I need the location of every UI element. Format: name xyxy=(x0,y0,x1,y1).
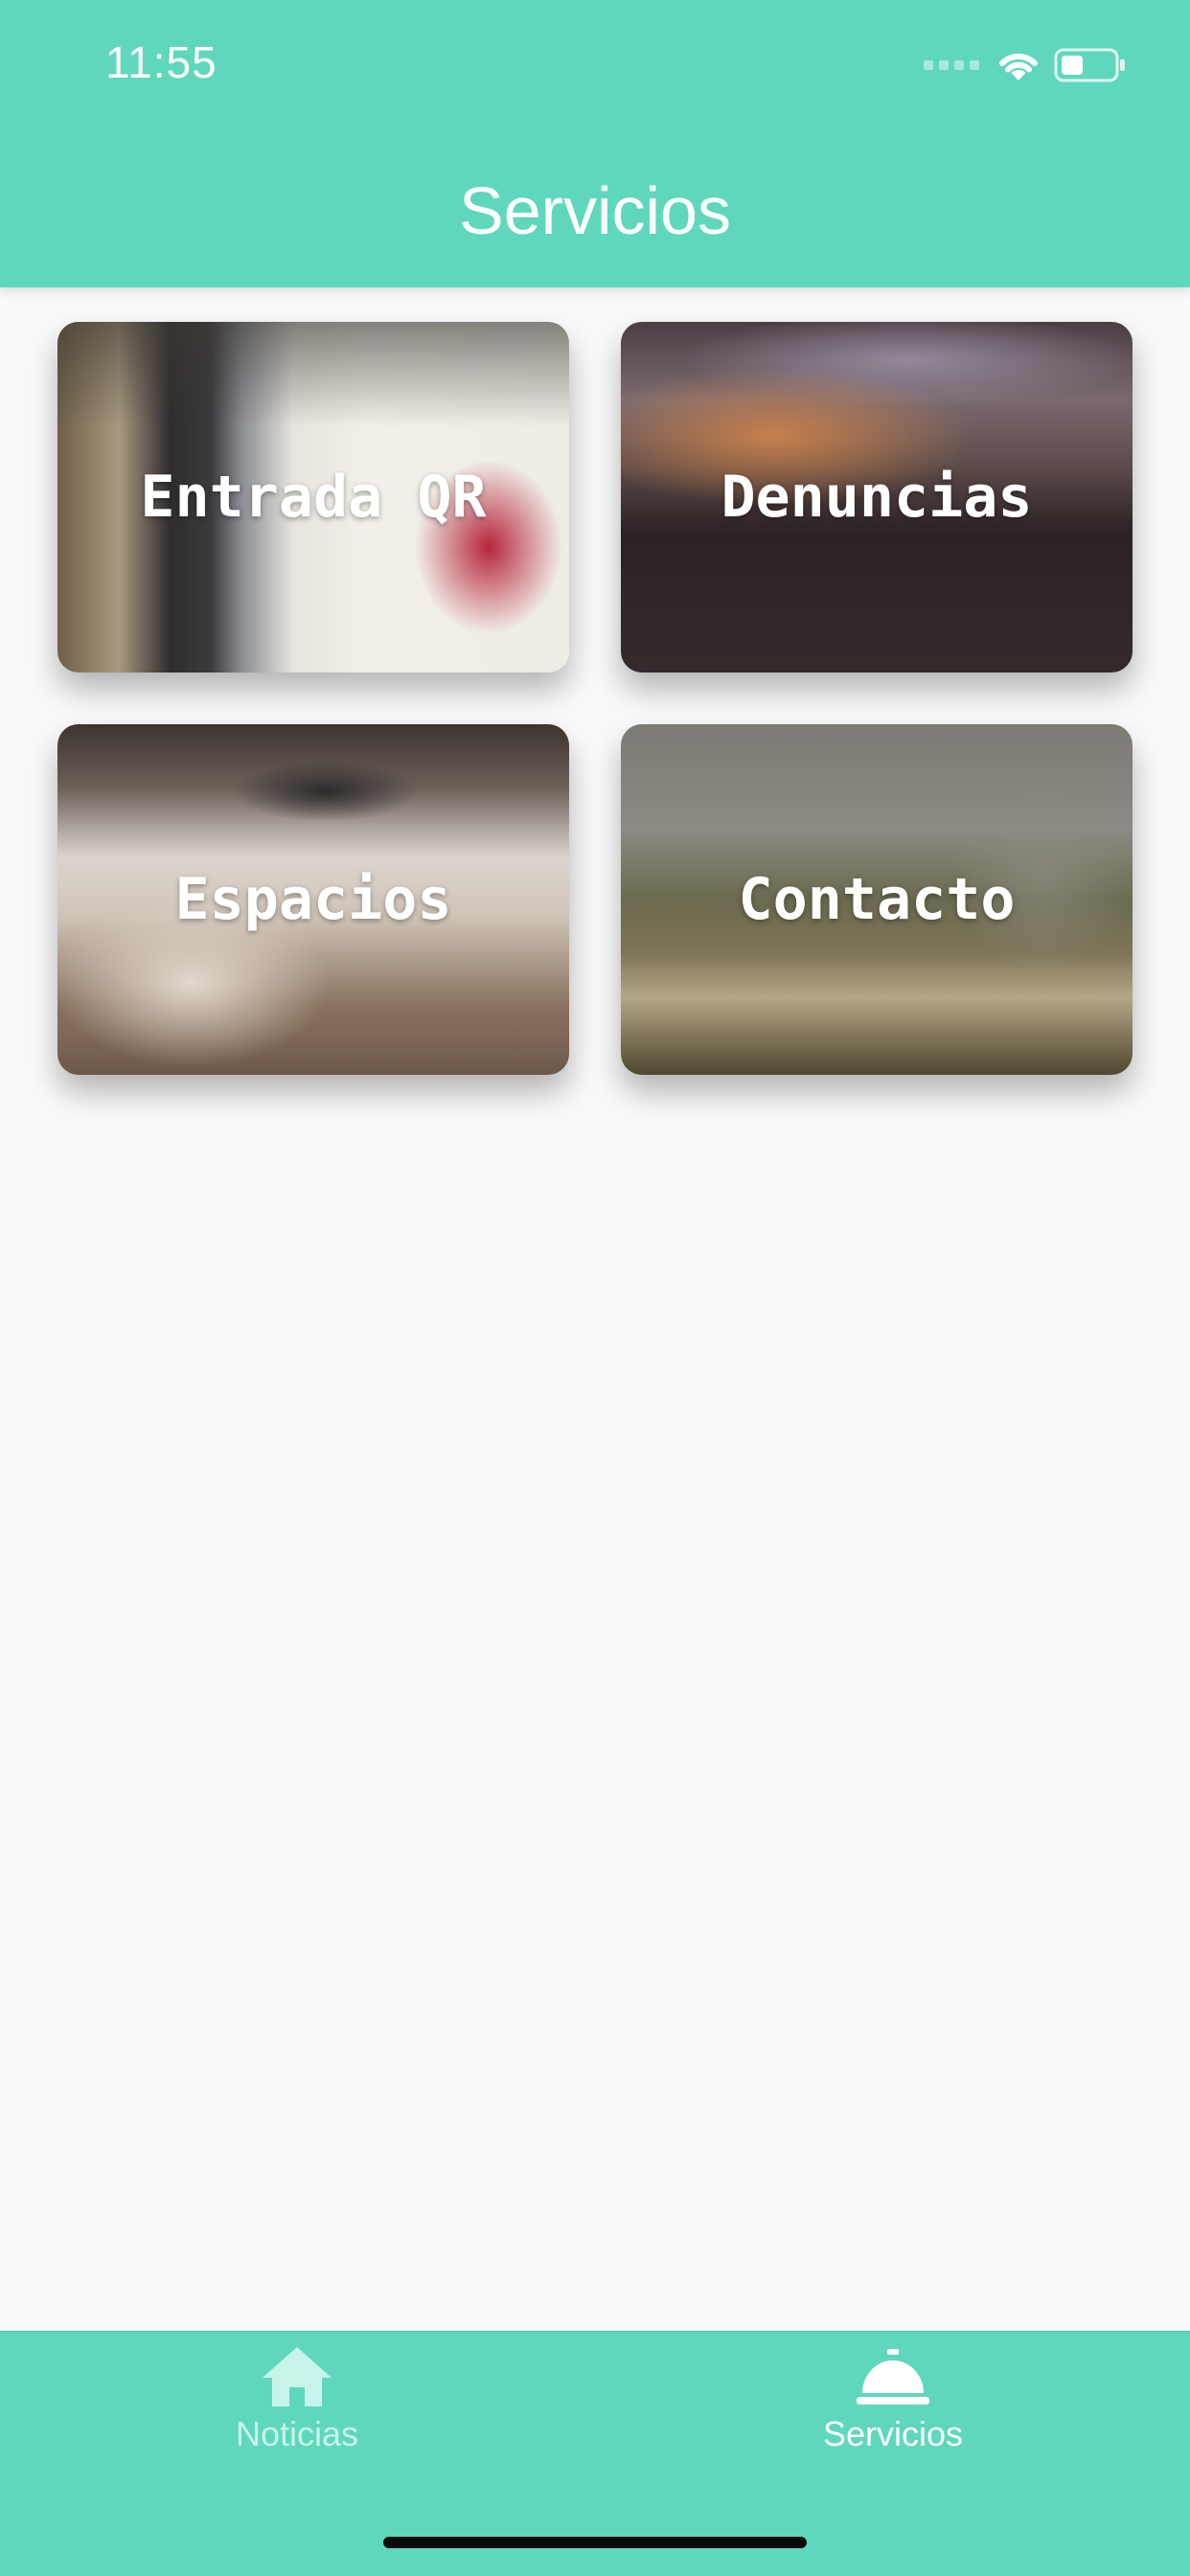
app-header: 11:55 Servicios xyxy=(0,0,1190,287)
tab-noticias[interactable]: Noticias xyxy=(153,2343,441,2454)
tab-label: Servicios xyxy=(822,2414,964,2453)
cellular-signal-icon xyxy=(924,60,979,70)
page-title: Servicios xyxy=(459,173,731,248)
battery-icon xyxy=(1054,48,1125,82)
card-contacto[interactable]: Contacto xyxy=(621,724,1133,1075)
card-label: Entrada QR xyxy=(140,464,487,531)
service-bell-icon xyxy=(857,2349,929,2405)
card-label: Denuncias xyxy=(721,464,1033,531)
home-icon xyxy=(263,2347,332,2406)
card-label: Contacto xyxy=(738,866,1016,933)
card-entrada-qr[interactable]: Entrada QR xyxy=(57,322,569,672)
wifi-icon xyxy=(999,53,1038,80)
status-icons xyxy=(924,42,1127,88)
status-time: 11:55 xyxy=(105,37,217,87)
tab-label: Noticias xyxy=(235,2414,359,2453)
home-indicator[interactable] xyxy=(383,2537,807,2548)
card-denuncias[interactable]: Denuncias xyxy=(621,322,1133,672)
tab-servicios[interactable]: Servicios xyxy=(749,2343,1037,2454)
card-espacios[interactable]: Espacios xyxy=(57,724,569,1075)
services-grid: Entrada QR Denuncias Espacios Contacto xyxy=(57,322,1133,1075)
card-label: Espacios xyxy=(174,866,452,933)
